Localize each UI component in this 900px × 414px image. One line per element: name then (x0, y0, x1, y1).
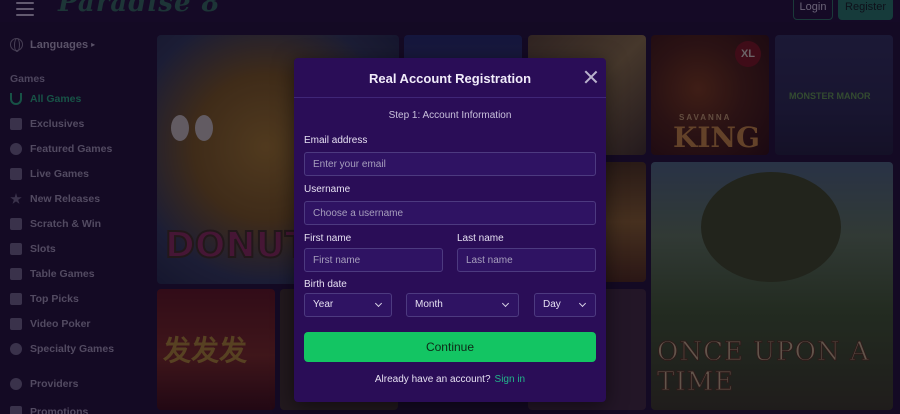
step-indicator: Step 1: Account Information (388, 110, 512, 121)
month-select-value: Month (415, 299, 443, 310)
sidebar-item-video-poker[interactable]: Video Poker (10, 316, 91, 332)
first-name-field[interactable] (304, 248, 443, 272)
clover-icon (10, 143, 22, 155)
sidebar-item-scratch-win[interactable]: Scratch & Win (10, 216, 101, 232)
sidebar-item-label: Exclusives (30, 118, 85, 130)
donut-eye-right (195, 115, 213, 141)
sidebar-item-label: New Releases (30, 193, 101, 205)
tree-graphic (701, 172, 841, 282)
languages-label: Languages (30, 38, 89, 51)
sign-in-prompt: Already have an account? Sign in (294, 374, 606, 385)
sidebar-item-label: Specialty Games (30, 343, 115, 355)
scratch-icon (10, 218, 22, 230)
donut-eye-left (171, 115, 189, 141)
site-logo[interactable]: Paradise 8 (58, 0, 221, 18)
last-name-field[interactable] (457, 248, 596, 272)
game-tile-savanna-king[interactable]: XL SAVANNA KING (651, 35, 769, 155)
trophy-icon (10, 293, 22, 305)
sidebar-item-exclusives[interactable]: Exclusives (10, 116, 84, 132)
sidebar-item-label: Featured Games (30, 143, 113, 155)
xl-badge: XL (735, 41, 761, 67)
monster-manor-title: MONSTER MANOR (789, 91, 871, 101)
providers-icon (10, 378, 22, 390)
languages-selector[interactable]: Languages ▸ (10, 38, 96, 52)
registration-modal: Real Account Registration Step 1: Accoun… (294, 58, 606, 402)
caret-right-icon: ▸ (91, 40, 96, 49)
sidebar-item-label: Promotions (30, 406, 89, 414)
continue-button[interactable]: Continue (304, 332, 596, 362)
game-tile-fafafa[interactable]: 发发发 (157, 289, 275, 410)
sidebar: Languages ▸ Games All Games Exclusives F… (0, 22, 150, 414)
sidebar-item-table-games[interactable]: Table Games (10, 266, 95, 282)
top-header: Paradise 8 Login Register (0, 0, 900, 22)
sidebar-item-live-games[interactable]: Live Games (10, 166, 89, 182)
king-label: KING (673, 121, 760, 154)
username-label: Username (304, 184, 351, 195)
star-icon (10, 193, 22, 204)
once-upon-a-time-title: ONCE UPON A TIME (657, 337, 870, 398)
modal-title: Real Account Registration (368, 71, 532, 86)
day-select[interactable]: Day (534, 293, 596, 317)
have-account-text: Already have an account? (374, 374, 491, 385)
day-select-value: Day (543, 299, 561, 310)
fafafa-title: 发发发 (163, 335, 248, 366)
sidebar-item-new-releases[interactable]: New Releases (10, 191, 100, 207)
sidebar-item-providers[interactable]: Providers (10, 376, 78, 392)
gift-icon (10, 406, 22, 414)
login-button[interactable]: Login (793, 0, 833, 20)
sidebar-item-label: Top Picks (30, 293, 79, 305)
exclusives-icon (10, 118, 22, 130)
year-select-value: Year (313, 299, 334, 310)
first-name-label: First name (304, 233, 352, 244)
chevron-down-icon (578, 299, 587, 308)
games-section-label: Games (10, 73, 46, 85)
hamburger-menu-icon[interactable] (16, 2, 34, 16)
register-button[interactable]: Register (838, 0, 893, 20)
sidebar-item-label: Table Games (30, 268, 95, 280)
sidebar-item-all-games[interactable]: All Games (10, 91, 81, 107)
sidebar-item-label: All Games (30, 93, 82, 105)
username-field[interactable] (304, 201, 596, 225)
email-label: Email address (304, 135, 368, 146)
year-select[interactable]: Year (304, 293, 392, 317)
seven-icon (10, 243, 22, 255)
sidebar-item-slots[interactable]: Slots (10, 241, 56, 257)
horseshoe-icon (10, 93, 22, 105)
game-tile-monster-manor[interactable]: MONSTER MANOR (775, 35, 893, 155)
chevron-down-icon (501, 299, 510, 308)
live-icon (10, 168, 22, 180)
poker-icon (10, 318, 22, 330)
chevron-down-icon (374, 299, 383, 308)
close-icon[interactable] (584, 70, 598, 84)
birth-date-label: Birth date (304, 279, 347, 290)
cards-icon (10, 268, 22, 280)
month-select[interactable]: Month (406, 293, 519, 317)
globe-icon (10, 38, 23, 52)
sidebar-item-label: Slots (30, 243, 56, 255)
sidebar-item-label: Providers (30, 378, 79, 390)
sign-in-link[interactable]: Sign in (495, 374, 526, 385)
last-name-label: Last name (457, 233, 504, 244)
sidebar-item-label: Live Games (30, 168, 89, 180)
email-field[interactable] (304, 152, 596, 176)
sidebar-item-top-picks[interactable]: Top Picks (10, 291, 79, 307)
sidebar-item-specialty-games[interactable]: Specialty Games (10, 341, 114, 357)
game-tile-once-upon-a-time[interactable]: ONCE UPON A TIME (651, 162, 893, 410)
sidebar-item-label: Scratch & Win (30, 218, 102, 230)
sidebar-item-promotions[interactable]: Promotions (10, 404, 88, 414)
sidebar-item-featured-games[interactable]: Featured Games (10, 141, 112, 157)
modal-divider (294, 97, 606, 98)
sidebar-item-label: Video Poker (30, 318, 91, 330)
donut-title: DONUT (164, 224, 310, 267)
gear-icon (10, 343, 22, 355)
